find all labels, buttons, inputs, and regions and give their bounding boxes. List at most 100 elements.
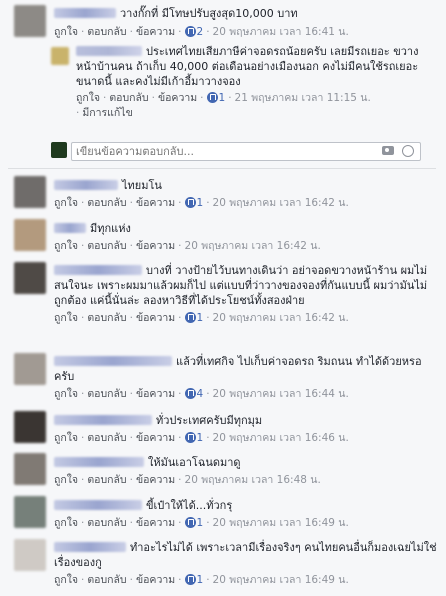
like-count[interactable]: 1: [197, 197, 204, 209]
reply-link[interactable]: ตอบกลับ: [87, 474, 126, 486]
timestamp[interactable]: 20 พฤษภาคม เวลา 16:49 น.: [213, 517, 349, 529]
avatar[interactable]: [14, 539, 46, 571]
avatar[interactable]: [14, 176, 46, 208]
avatar[interactable]: [51, 47, 69, 65]
commenter-name[interactable]: [54, 223, 86, 233]
commenter-name[interactable]: [54, 8, 116, 18]
like-icon: [184, 432, 196, 443]
avatar[interactable]: [14, 262, 46, 294]
message-link[interactable]: ข้อความ: [136, 432, 175, 444]
like-count[interactable]: 1: [219, 92, 226, 104]
like-icon: [184, 574, 196, 585]
commenter-name[interactable]: [54, 500, 142, 510]
comment-actions: ถูกใจ · ตอบกลับ · ข้อความ · 1 · 20 พฤษภาคม เวลา …: [54, 432, 349, 444]
like-count[interactable]: 1: [197, 312, 204, 324]
timestamp[interactable]: 20 พฤษภาคม เวลา 16:41 น.: [213, 26, 349, 38]
like-count[interactable]: 1: [197, 574, 204, 586]
reply-link[interactable]: ตอบกลับ: [87, 388, 126, 400]
like-link[interactable]: ถูกใจ: [54, 312, 78, 324]
timestamp[interactable]: 20 พฤษภาคม เวลา 16:42 น.: [213, 312, 349, 324]
comment-actions: ถูกใจ · ตอบกลับ · ข้อความ · 4 · 20 พฤษภาคม เวลา …: [54, 388, 349, 400]
like-link[interactable]: ถูกใจ: [76, 92, 100, 104]
like-link[interactable]: ถูกใจ: [54, 26, 78, 38]
like-count[interactable]: 2: [197, 26, 204, 38]
like-icon: [184, 197, 196, 208]
reply-link[interactable]: ตอบกลับ: [87, 574, 126, 586]
like-link[interactable]: ถูกใจ: [54, 574, 78, 586]
comment-text: ขี้เป๋าให้ได้...ทั่วกรุ: [146, 499, 233, 512]
comment-actions: ถูกใจ · ตอบกลับ · ข้อความ · 2 · 20 พฤษภาคม เวลา …: [54, 26, 349, 38]
edited-link[interactable]: มีการแก้ไข: [82, 107, 132, 119]
message-link[interactable]: ข้อความ: [136, 517, 175, 529]
comment-text: ทั่วประเทศครับมีทุกมุม: [156, 414, 263, 427]
reply-input-box[interactable]: [71, 142, 421, 161]
sticker-icon[interactable]: [402, 145, 414, 157]
comment-text: มีทุกแห่ง: [90, 222, 131, 235]
commenter-name[interactable]: [76, 46, 142, 56]
like-icon: [184, 517, 196, 528]
avatar[interactable]: [14, 5, 46, 37]
message-link[interactable]: ข้อความ: [136, 574, 175, 586]
like-link[interactable]: ถูกใจ: [54, 240, 78, 252]
reply-link[interactable]: ตอบกลับ: [87, 240, 126, 252]
comment-text: วางกั๊กที่ มีโทษปรับสูงสุด10,000 บาท: [120, 7, 298, 20]
reply-input[interactable]: [72, 143, 380, 160]
message-link[interactable]: ข้อความ: [136, 26, 175, 38]
message-link[interactable]: ข้อความ: [136, 197, 175, 209]
comment-actions: ถูกใจ · ตอบกลับ · ข้อความ · 20 พฤษภาคม เวลา 16…: [54, 240, 321, 252]
camera-icon[interactable]: [382, 146, 394, 155]
commenter-name[interactable]: [54, 265, 142, 275]
like-link[interactable]: ถูกใจ: [54, 517, 78, 529]
comment-actions: ถูกใจ · ตอบกลับ · ข้อความ · 20 พฤษภาคม เวลา 16…: [54, 474, 321, 486]
avatar[interactable]: [14, 496, 46, 528]
message-link[interactable]: ข้อความ: [136, 474, 175, 486]
comment-actions: ถูกใจ · ตอบกลับ · ข้อความ · 1 · 20 พฤษภาคม เวลา …: [54, 312, 349, 324]
divider: [8, 168, 436, 169]
like-icon: [184, 26, 196, 37]
reply-link[interactable]: ตอบกลับ: [87, 432, 126, 444]
comment-text: ไทยมโน: [122, 179, 162, 192]
reply-link[interactable]: ตอบกลับ: [109, 92, 148, 104]
timestamp[interactable]: 20 พฤษภาคม เวลา 16:42 น.: [213, 197, 349, 209]
commenter-name[interactable]: [54, 356, 172, 366]
like-icon: [206, 92, 218, 103]
comment-text: ให้มันเอาโฉนดมาดู: [148, 456, 241, 469]
like-link[interactable]: ถูกใจ: [54, 388, 78, 400]
message-link[interactable]: ข้อความ: [136, 240, 175, 252]
reply-link[interactable]: ตอบกลับ: [87, 26, 126, 38]
message-link[interactable]: ข้อความ: [136, 388, 175, 400]
commenter-name[interactable]: [54, 415, 152, 425]
own-avatar: [51, 142, 67, 158]
comment-actions: ถูกใจ · ตอบกลับ · ข้อความ · 1 · 21 พฤษภาคม เวลา …: [76, 92, 371, 104]
avatar[interactable]: [14, 219, 46, 251]
timestamp[interactable]: 20 พฤษภาคม เวลา 16:44 น.: [213, 388, 349, 400]
timestamp[interactable]: 20 พฤษภาคม เวลา 16:46 น.: [213, 432, 349, 444]
reply-link[interactable]: ตอบกลับ: [87, 197, 126, 209]
commenter-name[interactable]: [54, 457, 144, 467]
reply-link[interactable]: ตอบกลับ: [87, 517, 126, 529]
timestamp[interactable]: 21 พฤษภาคม เวลา 11:15 น.: [235, 92, 371, 104]
comment-actions: ถูกใจ · ตอบกลับ · ข้อความ · 1 · 20 พฤษภาคม เวลา …: [54, 197, 349, 209]
comment-actions: ถูกใจ · ตอบกลับ · ข้อความ · 1 · 20 พฤษภาคม เวลา …: [54, 517, 349, 529]
avatar[interactable]: [14, 453, 46, 485]
timestamp[interactable]: 20 พฤษภาคม เวลา 16:48 น.: [185, 474, 321, 486]
like-count[interactable]: 1: [197, 432, 204, 444]
commenter-name[interactable]: [54, 542, 126, 552]
timestamp[interactable]: 20 พฤษภาคม เวลา 16:49 น.: [213, 574, 349, 586]
like-icon: [184, 312, 196, 323]
avatar[interactable]: [14, 353, 46, 385]
like-link[interactable]: ถูกใจ: [54, 197, 78, 209]
avatar[interactable]: [14, 411, 46, 443]
like-link[interactable]: ถูกใจ: [54, 474, 78, 486]
like-count[interactable]: 4: [197, 388, 204, 400]
message-link[interactable]: ข้อความ: [158, 92, 197, 104]
commenter-name[interactable]: [54, 180, 118, 190]
message-link[interactable]: ข้อความ: [136, 312, 175, 324]
like-link[interactable]: ถูกใจ: [54, 432, 78, 444]
timestamp[interactable]: 20 พฤษภาคม เวลา 16:42 น.: [185, 240, 321, 252]
edited-line: · มีการแก้ไข: [76, 107, 133, 119]
reply-link[interactable]: ตอบกลับ: [87, 312, 126, 324]
comment-actions: ถูกใจ · ตอบกลับ · ข้อความ · 1 · 20 พฤษภาคม เวลา …: [54, 574, 349, 586]
like-icon: [184, 388, 196, 399]
like-count[interactable]: 1: [197, 517, 204, 529]
